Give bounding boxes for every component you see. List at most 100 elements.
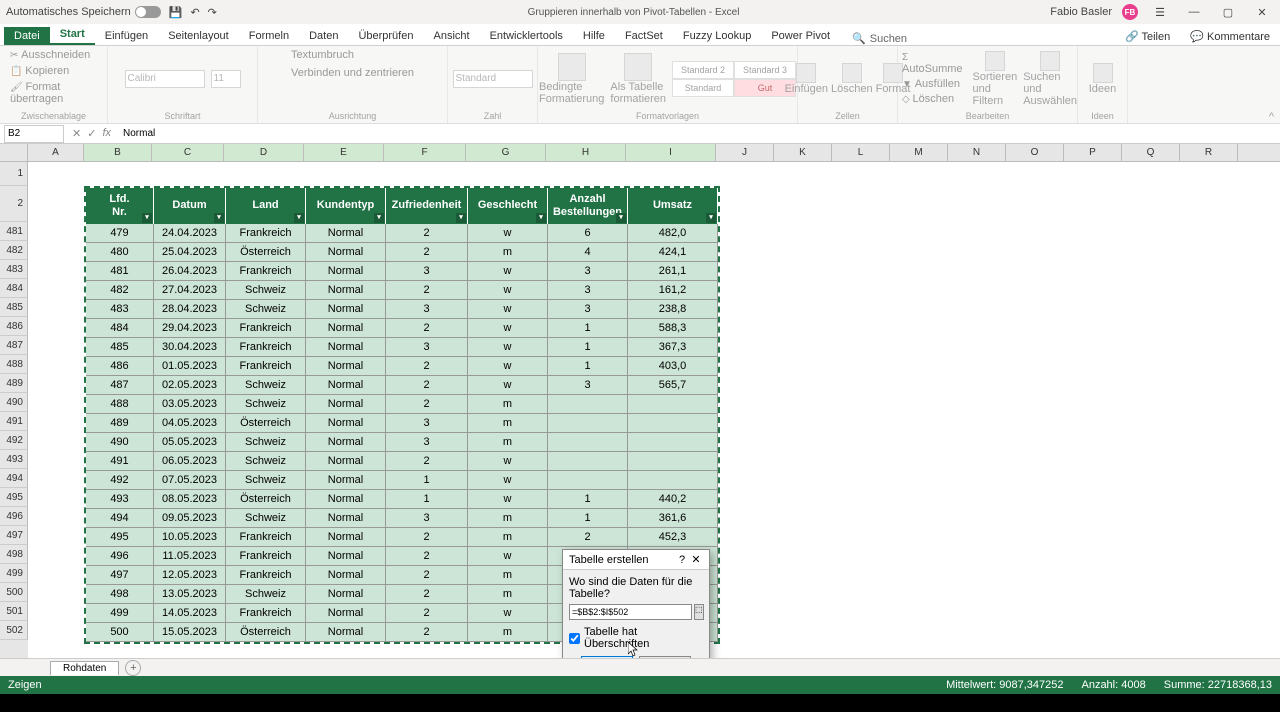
- row-header[interactable]: 497: [0, 526, 28, 545]
- table-cell[interactable]: m: [468, 623, 548, 642]
- table-cell[interactable]: Österreich: [226, 414, 306, 433]
- cancel-formula-icon[interactable]: ✕: [72, 127, 81, 140]
- table-cell[interactable]: 2: [386, 395, 468, 414]
- table-cell[interactable]: 1: [548, 357, 628, 376]
- table-cell[interactable]: Schweiz: [226, 395, 306, 414]
- table-header[interactable]: Geschlecht▾: [468, 188, 548, 224]
- table-header[interactable]: Umsatz▾: [628, 188, 718, 224]
- table-cell[interactable]: Normal: [306, 528, 386, 547]
- tab-insert[interactable]: Einfügen: [95, 27, 158, 45]
- headers-checkbox-input[interactable]: [569, 633, 580, 644]
- table-cell[interactable]: Frankreich: [226, 338, 306, 357]
- table-cell[interactable]: 14.05.2023: [154, 604, 226, 623]
- table-row[interactable]: 49207.05.2023SchweizNormal1w: [86, 471, 718, 490]
- table-cell[interactable]: 08.05.2023: [154, 490, 226, 509]
- row-header[interactable]: 500: [0, 583, 28, 602]
- col-header-L[interactable]: L: [832, 144, 890, 161]
- table-cell[interactable]: 500: [86, 623, 154, 642]
- table-cell[interactable]: 3: [548, 376, 628, 395]
- table-row[interactable]: 48702.05.2023SchweizNormal2w3565,7: [86, 376, 718, 395]
- cell-styles-gallery[interactable]: Standard 2Standard 3 StandardGut: [672, 61, 796, 97]
- select-all-corner[interactable]: [0, 144, 28, 161]
- table-cell[interactable]: 367,3: [628, 338, 718, 357]
- tab-developer[interactable]: Entwicklertools: [480, 27, 573, 45]
- table-cell[interactable]: [548, 414, 628, 433]
- filter-dropdown-icon[interactable]: ▾: [214, 213, 224, 223]
- table-cell[interactable]: 2: [386, 585, 468, 604]
- col-header-B[interactable]: B: [84, 144, 152, 161]
- col-header-M[interactable]: M: [890, 144, 948, 161]
- row-header[interactable]: 489: [0, 374, 28, 393]
- table-cell[interactable]: 493: [86, 490, 154, 509]
- table-cell[interactable]: 492: [86, 471, 154, 490]
- row-header[interactable]: 488: [0, 355, 28, 374]
- table-cell[interactable]: Frankreich: [226, 224, 306, 243]
- table-cell[interactable]: Normal: [306, 509, 386, 528]
- cond-format-button[interactable]: Bedingte Formatierung: [539, 53, 604, 105]
- sort-filter-button[interactable]: Sortieren und Filtern: [973, 51, 1018, 107]
- table-cell[interactable]: 487: [86, 376, 154, 395]
- collapse-ribbon-icon[interactable]: ^: [1263, 111, 1280, 123]
- row-header[interactable]: 495: [0, 488, 28, 507]
- enter-formula-icon[interactable]: ✓: [87, 127, 96, 140]
- table-cell[interactable]: m: [468, 433, 548, 452]
- maximize-icon[interactable]: ▢: [1216, 2, 1240, 22]
- col-header-K[interactable]: K: [774, 144, 832, 161]
- table-cell[interactable]: 3: [386, 338, 468, 357]
- filter-dropdown-icon[interactable]: ▾: [456, 213, 466, 223]
- table-cell[interactable]: 28.04.2023: [154, 300, 226, 319]
- table-cell[interactable]: [628, 452, 718, 471]
- table-cell[interactable]: 485: [86, 338, 154, 357]
- wrap-text-button[interactable]: Textumbruch: [287, 48, 358, 62]
- table-row[interactable]: 49409.05.2023SchweizNormal3m1361,6: [86, 509, 718, 528]
- table-cell[interactable]: 497: [86, 566, 154, 585]
- table-cell[interactable]: 482: [86, 281, 154, 300]
- row-header[interactable]: 494: [0, 469, 28, 488]
- table-cell[interactable]: 6: [548, 224, 628, 243]
- table-cell[interactable]: Schweiz: [226, 509, 306, 528]
- table-cell[interactable]: 27.04.2023: [154, 281, 226, 300]
- tab-powerpivot[interactable]: Power Pivot: [761, 27, 840, 45]
- find-select-button[interactable]: Suchen und Auswählen: [1023, 51, 1077, 107]
- table-cell[interactable]: Normal: [306, 585, 386, 604]
- row-header[interactable]: 487: [0, 336, 28, 355]
- range-picker-icon[interactable]: ⬚: [694, 604, 704, 620]
- table-cell[interactable]: 12.05.2023: [154, 566, 226, 585]
- table-cell[interactable]: 480: [86, 243, 154, 262]
- table-cell[interactable]: w: [468, 300, 548, 319]
- undo-icon[interactable]: ↶: [190, 6, 199, 19]
- table-cell[interactable]: 04.05.2023: [154, 414, 226, 433]
- tab-file[interactable]: Datei: [4, 27, 50, 45]
- table-cell[interactable]: Normal: [306, 281, 386, 300]
- table-cell[interactable]: m: [468, 566, 548, 585]
- table-cell[interactable]: Schweiz: [226, 300, 306, 319]
- table-cell[interactable]: 3: [548, 300, 628, 319]
- table-cell[interactable]: 483: [86, 300, 154, 319]
- table-cell[interactable]: w: [468, 338, 548, 357]
- table-cell[interactable]: Normal: [306, 547, 386, 566]
- table-cell[interactable]: 2: [386, 452, 468, 471]
- col-header-A[interactable]: A: [28, 144, 84, 161]
- table-cell[interactable]: 1: [386, 490, 468, 509]
- dialog-help-icon[interactable]: ?: [675, 554, 689, 566]
- table-cell[interactable]: m: [468, 585, 548, 604]
- table-cell[interactable]: Normal: [306, 623, 386, 642]
- row-header[interactable]: 501: [0, 602, 28, 621]
- table-row[interactable]: 49308.05.2023ÖsterreichNormal1w1440,2: [86, 490, 718, 509]
- col-header-E[interactable]: E: [304, 144, 384, 161]
- table-cell[interactable]: m: [468, 414, 548, 433]
- filter-dropdown-icon[interactable]: ▾: [616, 213, 626, 223]
- table-cell[interactable]: Normal: [306, 395, 386, 414]
- table-cell[interactable]: 3: [548, 281, 628, 300]
- table-cell[interactable]: 424,1: [628, 243, 718, 262]
- row-header[interactable]: 483: [0, 260, 28, 279]
- table-cell[interactable]: 2: [386, 376, 468, 395]
- table-cell[interactable]: w: [468, 452, 548, 471]
- table-cell[interactable]: 3: [386, 414, 468, 433]
- tab-formulas[interactable]: Formeln: [239, 27, 299, 45]
- table-cell[interactable]: Frankreich: [226, 604, 306, 623]
- table-cell[interactable]: 30.04.2023: [154, 338, 226, 357]
- table-cell[interactable]: 479: [86, 224, 154, 243]
- table-cell[interactable]: 2: [386, 224, 468, 243]
- table-cell[interactable]: 11.05.2023: [154, 547, 226, 566]
